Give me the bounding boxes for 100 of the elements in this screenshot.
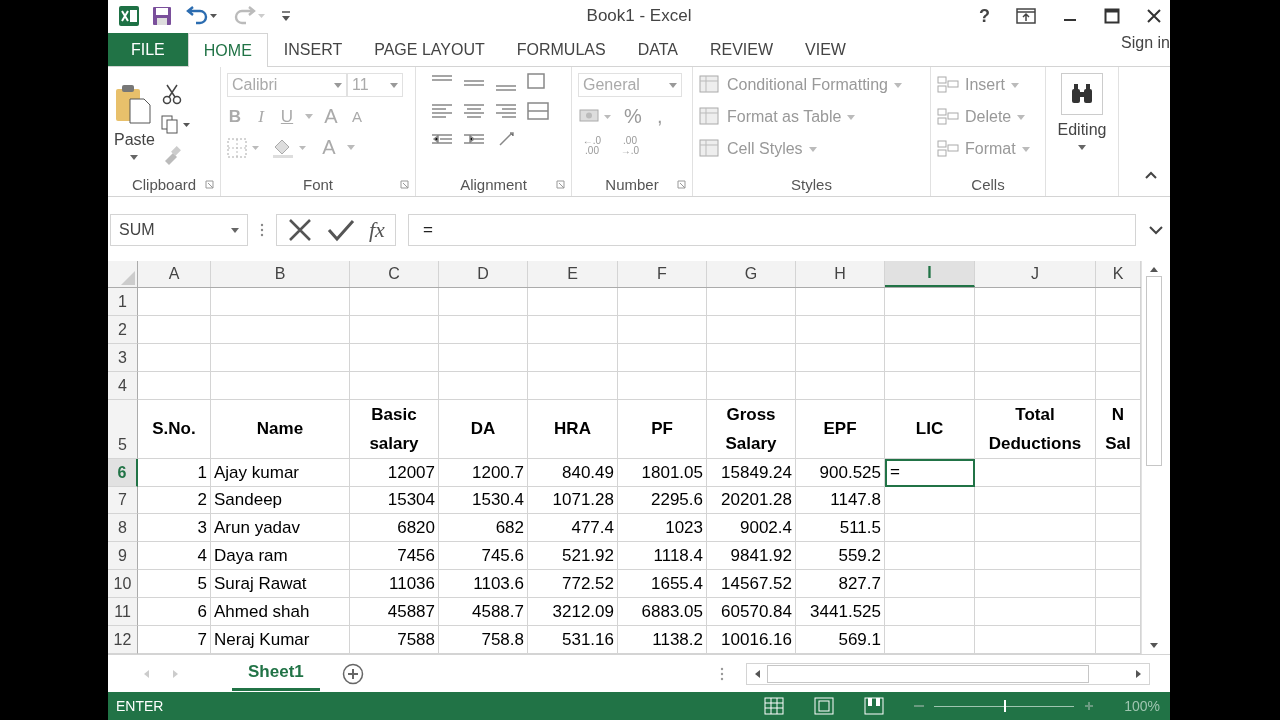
dialog-launcher-icon[interactable] xyxy=(556,179,565,189)
cut-icon[interactable] xyxy=(160,82,183,105)
table-cell[interactable] xyxy=(885,315,975,344)
column-header[interactable]: F xyxy=(618,261,707,287)
table-style-icon[interactable] xyxy=(699,107,721,127)
table-cell[interactable] xyxy=(885,626,975,654)
table-cell[interactable] xyxy=(975,486,1096,515)
table-cell[interactable] xyxy=(796,287,885,316)
table-cell[interactable] xyxy=(350,287,439,316)
help-button[interactable]: ? xyxy=(979,5,990,27)
column-header[interactable]: I xyxy=(885,261,975,287)
dialog-launcher-icon[interactable] xyxy=(677,179,686,189)
table-cell[interactable] xyxy=(975,570,1096,599)
table-cell[interactable]: 569.1 xyxy=(796,626,885,654)
row-header[interactable]: 1 xyxy=(108,287,138,316)
table-cell[interactable]: 6820 xyxy=(350,514,439,543)
table-cell[interactable]: 559.2 xyxy=(796,542,885,571)
table-cell[interactable]: 827.7 xyxy=(796,570,885,599)
row-header[interactable]: 8 xyxy=(108,514,138,543)
column-header[interactable]: C xyxy=(350,261,439,287)
table-cell[interactable]: 1530.4 xyxy=(439,486,528,515)
table-cell[interactable] xyxy=(1096,343,1141,372)
table-style-icon[interactable] xyxy=(699,75,721,95)
table-cell[interactable]: 4 xyxy=(138,542,211,571)
table-cell[interactable]: 531.16 xyxy=(528,626,618,654)
column-heading[interactable]: PF xyxy=(618,399,707,459)
table-cell[interactable] xyxy=(796,371,885,400)
insert-function-button[interactable]: fx xyxy=(369,217,385,243)
borders-icon[interactable] xyxy=(227,137,261,158)
table-cell[interactable] xyxy=(975,458,1096,487)
table-cell[interactable] xyxy=(138,371,211,400)
table-cell[interactable] xyxy=(439,315,528,344)
table-cell[interactable] xyxy=(350,343,439,372)
table-cell[interactable] xyxy=(528,343,618,372)
table-cell[interactable]: 12007 xyxy=(350,458,439,487)
ribbon-tab[interactable]: VIEW xyxy=(789,33,862,66)
scroll-left-icon[interactable] xyxy=(753,668,761,679)
splitter-icon[interactable] xyxy=(720,666,724,681)
table-cell[interactable] xyxy=(1096,626,1141,654)
table-cell[interactable]: Suraj Rawat xyxy=(211,570,350,599)
table-cell[interactable]: Neraj Kumar xyxy=(211,626,350,654)
cells-icon[interactable] xyxy=(937,139,959,159)
expand-icon[interactable] xyxy=(1148,225,1164,235)
redo-icon[interactable] xyxy=(232,6,268,26)
ribbon-tab[interactable]: FORMULAS xyxy=(500,33,622,66)
row-header[interactable]: 9 xyxy=(108,542,138,571)
maximize-icon[interactable] xyxy=(1104,8,1120,24)
table-cell[interactable]: 758.8 xyxy=(439,626,528,654)
table-cell[interactable] xyxy=(1096,598,1141,627)
table-cell[interactable] xyxy=(528,287,618,316)
file-tab[interactable]: FILE xyxy=(108,33,188,66)
table-cell[interactable]: 4588.7 xyxy=(439,598,528,627)
table-cell[interactable] xyxy=(796,343,885,372)
formula-field[interactable]: = xyxy=(407,214,1136,246)
table-cell[interactable] xyxy=(618,315,707,344)
table-cell[interactable]: 682 xyxy=(439,514,528,543)
table-cell[interactable] xyxy=(528,371,618,400)
table-cell[interactable] xyxy=(885,371,975,400)
table-cell[interactable] xyxy=(885,570,975,599)
table-cell[interactable] xyxy=(439,343,528,372)
zoom-thumb[interactable] xyxy=(1004,700,1007,712)
table-cell[interactable]: 20201.28 xyxy=(707,486,796,515)
scroll-right-icon[interactable] xyxy=(1135,668,1143,679)
table-cell[interactable] xyxy=(1096,458,1141,487)
table-cell[interactable]: 772.52 xyxy=(528,570,618,599)
table-cell[interactable]: 1 xyxy=(138,458,211,487)
table-cell[interactable]: 3 xyxy=(138,514,211,543)
table-cell[interactable] xyxy=(1096,287,1141,316)
collapse-ribbon-icon[interactable] xyxy=(1144,170,1158,180)
name-box[interactable]: SUM xyxy=(110,214,248,246)
undo-icon[interactable] xyxy=(184,6,220,26)
table-cell[interactable]: Arun yadav xyxy=(211,514,350,543)
table-cell[interactable] xyxy=(885,287,975,316)
row-header[interactable]: 3 xyxy=(108,343,138,372)
column-heading[interactable]: Gross Salary xyxy=(707,399,796,459)
column-header[interactable]: K xyxy=(1096,261,1141,287)
table-cell[interactable]: 745.6 xyxy=(439,542,528,571)
customize-icon[interactable] xyxy=(280,9,292,23)
ribbon-tab[interactable]: PAGE LAYOUT xyxy=(358,33,501,66)
caret-icon[interactable] xyxy=(334,82,342,88)
table-cell[interactable] xyxy=(350,371,439,400)
table-cell[interactable]: 7588 xyxy=(350,626,439,654)
row-header[interactable]: 2 xyxy=(108,315,138,344)
row-header[interactable]: 6 xyxy=(108,458,138,487)
paste-button[interactable]: Paste xyxy=(114,83,155,160)
editing-button[interactable]: Editing xyxy=(1052,71,1112,150)
table-cell[interactable] xyxy=(211,315,350,344)
table-cell[interactable]: 15849.24 xyxy=(707,458,796,487)
table-cell[interactable] xyxy=(975,343,1096,372)
table-cell[interactable]: 1138.2 xyxy=(618,626,707,654)
next-sheet-icon[interactable] xyxy=(172,668,180,679)
table-cell[interactable]: 15304 xyxy=(350,486,439,515)
table-cell[interactable]: 1023 xyxy=(618,514,707,543)
vertical-scrollbar[interactable] xyxy=(1141,261,1165,654)
table-cell[interactable] xyxy=(975,514,1096,543)
previous-sheet-icon[interactable] xyxy=(142,668,150,679)
new-sheet-icon[interactable] xyxy=(341,662,364,685)
table-style-icon[interactable] xyxy=(699,139,721,159)
table-cell[interactable]: 6 xyxy=(138,598,211,627)
table-cell[interactable] xyxy=(1096,486,1141,515)
